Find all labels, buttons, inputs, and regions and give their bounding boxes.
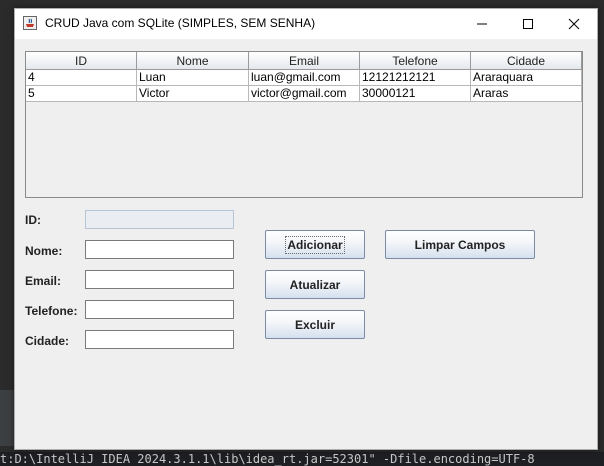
telefone-label: Telefone: [25,304,78,318]
table-cell[interactable]: victor@gmail.com [249,86,360,102]
column-header-email[interactable]: Email [249,52,360,70]
table-row[interactable]: 5 Victor victor@gmail.com 30000121 Arara… [26,86,582,102]
table-cell[interactable]: Araraquara [471,70,582,86]
nome-field[interactable] [85,240,234,259]
maximize-icon [523,19,533,29]
ide-background [0,390,14,446]
table-cell[interactable]: Araras [471,86,582,102]
column-header-nome[interactable]: Nome [137,52,249,70]
email-label: Email: [25,274,62,288]
limpar-campos-button[interactable]: Limpar Campos [385,230,535,259]
table-cell[interactable]: 5 [26,86,137,102]
table-header: ID Nome Email Telefone Cidade [26,52,582,70]
excluir-button[interactable]: Excluir [265,310,365,339]
close-button[interactable] [551,9,597,39]
adicionar-label: Adicionar [285,235,345,254]
maximize-button[interactable] [505,9,551,39]
atualizar-button[interactable]: Atualizar [265,270,365,299]
close-icon [568,18,580,30]
column-header-cidade[interactable]: Cidade [471,52,582,70]
records-table[interactable]: ID Nome Email Telefone Cidade 4 Luan lua… [25,51,583,198]
id-field [85,210,234,229]
nome-label: Nome: [25,244,63,258]
title-bar[interactable]: CRUD Java com SQLite (SIMPLES, SEM SENHA… [15,9,597,39]
java-coffee-icon [23,16,37,30]
minimize-icon [477,23,487,25]
table-row[interactable]: 4 Luan luan@gmail.com 12121212121 Araraq… [26,70,582,86]
email-field[interactable] [85,270,234,289]
table-cell[interactable]: 30000121 [360,86,471,102]
app-window: CRUD Java com SQLite (SIMPLES, SEM SENHA… [14,8,598,450]
cidade-label: Cidade: [25,334,70,348]
ide-terminal-line: t:D:\IntelliJ IDEA 2024.3.1.1\lib\idea_r… [0,452,604,466]
table-cell[interactable]: 4 [26,70,137,86]
minimize-button[interactable] [459,9,505,39]
table-cell[interactable]: luan@gmail.com [249,70,360,86]
table-cell[interactable]: Victor [137,86,249,102]
telefone-field[interactable] [85,300,234,319]
table-cell[interactable]: Luan [137,70,249,86]
table-cell[interactable]: 12121212121 [360,70,471,86]
cidade-field[interactable] [85,330,234,349]
column-header-id[interactable]: ID [26,52,137,70]
column-header-telefone[interactable]: Telefone [360,52,471,70]
window-title: CRUD Java com SQLite (SIMPLES, SEM SENHA… [45,16,316,30]
adicionar-button[interactable]: Adicionar [265,230,365,259]
id-label: ID: [25,213,41,227]
